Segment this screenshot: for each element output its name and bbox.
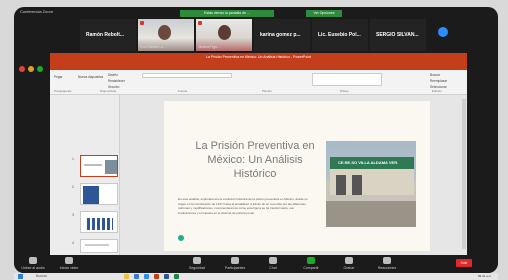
participant-name: Jimena Figu... <box>198 45 220 49</box>
participant-name: Ramón Rebolt... <box>86 32 125 38</box>
building-door <box>352 175 362 195</box>
accent-dot <box>178 235 184 241</box>
chat-icon <box>269 257 277 264</box>
thumb-number: 1 <box>72 157 74 161</box>
slide-canvas: La Prisión Preventiva en México: Un Anál… <box>120 95 467 255</box>
participant-tile[interactable]: Jimena Figu... <box>196 19 252 51</box>
participant-tile[interactable]: Lic. Eusebio Pol... <box>312 19 368 51</box>
slide-thumbnail[interactable] <box>80 183 118 205</box>
participants-icon <box>231 257 239 264</box>
share-screen-button[interactable]: Compartir <box>296 257 326 270</box>
start-video-button[interactable]: Iniciar video <box>54 257 84 270</box>
ribbon: Pegar Nueva diapositiva Diseño Restablec… <box>50 70 467 95</box>
participant-name: Lic. Eusebio Pol... <box>318 32 361 38</box>
muted-mic-icon <box>198 21 202 25</box>
record-icon <box>345 257 353 264</box>
ground <box>326 201 416 227</box>
participant-face <box>158 25 171 40</box>
ppt-title-bar: La Prisión Preventiva en México: Un Anál… <box>50 53 467 62</box>
zoom-icon[interactable] <box>144 274 149 279</box>
participants-button[interactable]: Participantes <box>220 257 250 270</box>
thumb-number: 3 <box>72 213 74 217</box>
prison-photo[interactable]: CE.RE.SO VILLA ALDAMA VER. <box>326 141 416 227</box>
close-dot-icon[interactable] <box>19 66 25 72</box>
group-label: Fuente <box>178 89 188 93</box>
shield-icon <box>193 257 201 264</box>
ribbon-tabs: ArchivoInicioInsertarDiseñoTransicionesA… <box>50 62 467 78</box>
group-label: Edición <box>432 89 442 93</box>
paste-button[interactable]: Pegar <box>54 74 63 80</box>
slide-title[interactable]: La Prisión Preventiva en México: Un Anál… <box>188 139 322 181</box>
powerpoint-icon[interactable] <box>154 274 159 279</box>
desktop-frame: Conferencia Zoom Estás viendo la pantall… <box>0 0 508 280</box>
group-label: Párrafo <box>262 89 272 93</box>
windows-taskbar: Buscar 09:41 a.m. <box>14 273 498 280</box>
microphone-icon <box>29 257 37 264</box>
slide-thumbnail[interactable] <box>80 155 118 177</box>
font-format-buttons[interactable] <box>142 80 232 85</box>
building-sign-text: CE.RE.SO VILLA ALDAMA VER. <box>338 160 399 165</box>
participant-tile[interactable]: Ramón Rebolt... <box>80 19 136 51</box>
group-label: Diapositivas <box>100 89 117 93</box>
edge-icon[interactable] <box>134 274 139 279</box>
reactions-icon <box>383 257 391 264</box>
vertical-scrollbar[interactable] <box>462 99 466 249</box>
window-controls <box>19 59 46 77</box>
group-label: Portapapeles <box>54 89 72 93</box>
minimize-dot-icon[interactable] <box>28 66 34 72</box>
zoom-toolbar: Unirse al audio Iniciar video Seguridad … <box>14 255 498 273</box>
windows-start-icon[interactable] <box>18 274 23 279</box>
participant-name: karina gomez p... <box>260 32 301 38</box>
thumb-number: 4 <box>72 241 74 245</box>
slide-body-text[interactable]: En este análisis, exploraremos la evoluc… <box>178 197 308 215</box>
share-banner: Estás viendo la pantalla de ... <box>180 10 274 17</box>
view-options-button[interactable]: Ver Opciones <box>306 10 342 17</box>
powerpoint-window: La Prisión Preventiva en México: Un Anál… <box>50 53 467 255</box>
taskbar-search[interactable]: Buscar <box>28 273 98 280</box>
participant-name: SERGIO SILVAN... <box>376 32 419 38</box>
participant-face <box>218 25 231 40</box>
video-camera-icon <box>65 257 73 264</box>
slide-thumbnail[interactable] <box>80 239 118 253</box>
slide[interactable]: La Prisión Preventiva en México: Un Anál… <box>164 101 430 251</box>
join-audio-button[interactable]: Unirse al audio <box>18 257 48 270</box>
excel-icon[interactable] <box>174 274 179 279</box>
chat-button[interactable]: Chat <box>258 257 288 270</box>
next-page-icon[interactable] <box>438 27 448 37</box>
building-door <box>336 175 346 195</box>
slide-thumbnail-pane: 1 2 3 4 <box>50 95 120 255</box>
file-explorer-icon[interactable] <box>124 274 129 279</box>
taskbar-clock: 09:41 a.m. <box>477 274 492 278</box>
slide-thumbnail[interactable] <box>80 211 118 233</box>
participant-tile[interactable]: karina gomez p... <box>254 19 310 51</box>
maximize-dot-icon[interactable] <box>37 66 43 72</box>
reactions-button[interactable]: Reacciones <box>372 257 402 270</box>
zoom-window: Conferencia Zoom Estás viendo la pantall… <box>14 7 498 273</box>
participant-tile[interactable]: Eva Gómez Lo... <box>138 19 194 51</box>
participant-name: Eva Gómez Lo... <box>140 45 167 49</box>
window-title: Conferencia Zoom <box>20 9 53 14</box>
muted-mic-icon <box>140 21 144 25</box>
end-button[interactable]: Salir <box>456 259 472 267</box>
font-selector[interactable] <box>142 73 232 78</box>
shapes-gallery[interactable] <box>312 73 382 86</box>
thumb-number: 2 <box>72 185 74 189</box>
word-icon[interactable] <box>164 274 169 279</box>
record-button[interactable]: Grabar <box>334 257 364 270</box>
new-slide-button[interactable]: Nueva diapositiva <box>78 74 103 80</box>
group-label: Dibujo <box>340 89 349 93</box>
participant-tile[interactable]: SERGIO SILVAN... <box>370 19 426 51</box>
paragraph-buttons[interactable] <box>242 73 302 85</box>
security-button[interactable]: Seguridad <box>182 257 212 270</box>
share-screen-icon <box>307 257 315 264</box>
